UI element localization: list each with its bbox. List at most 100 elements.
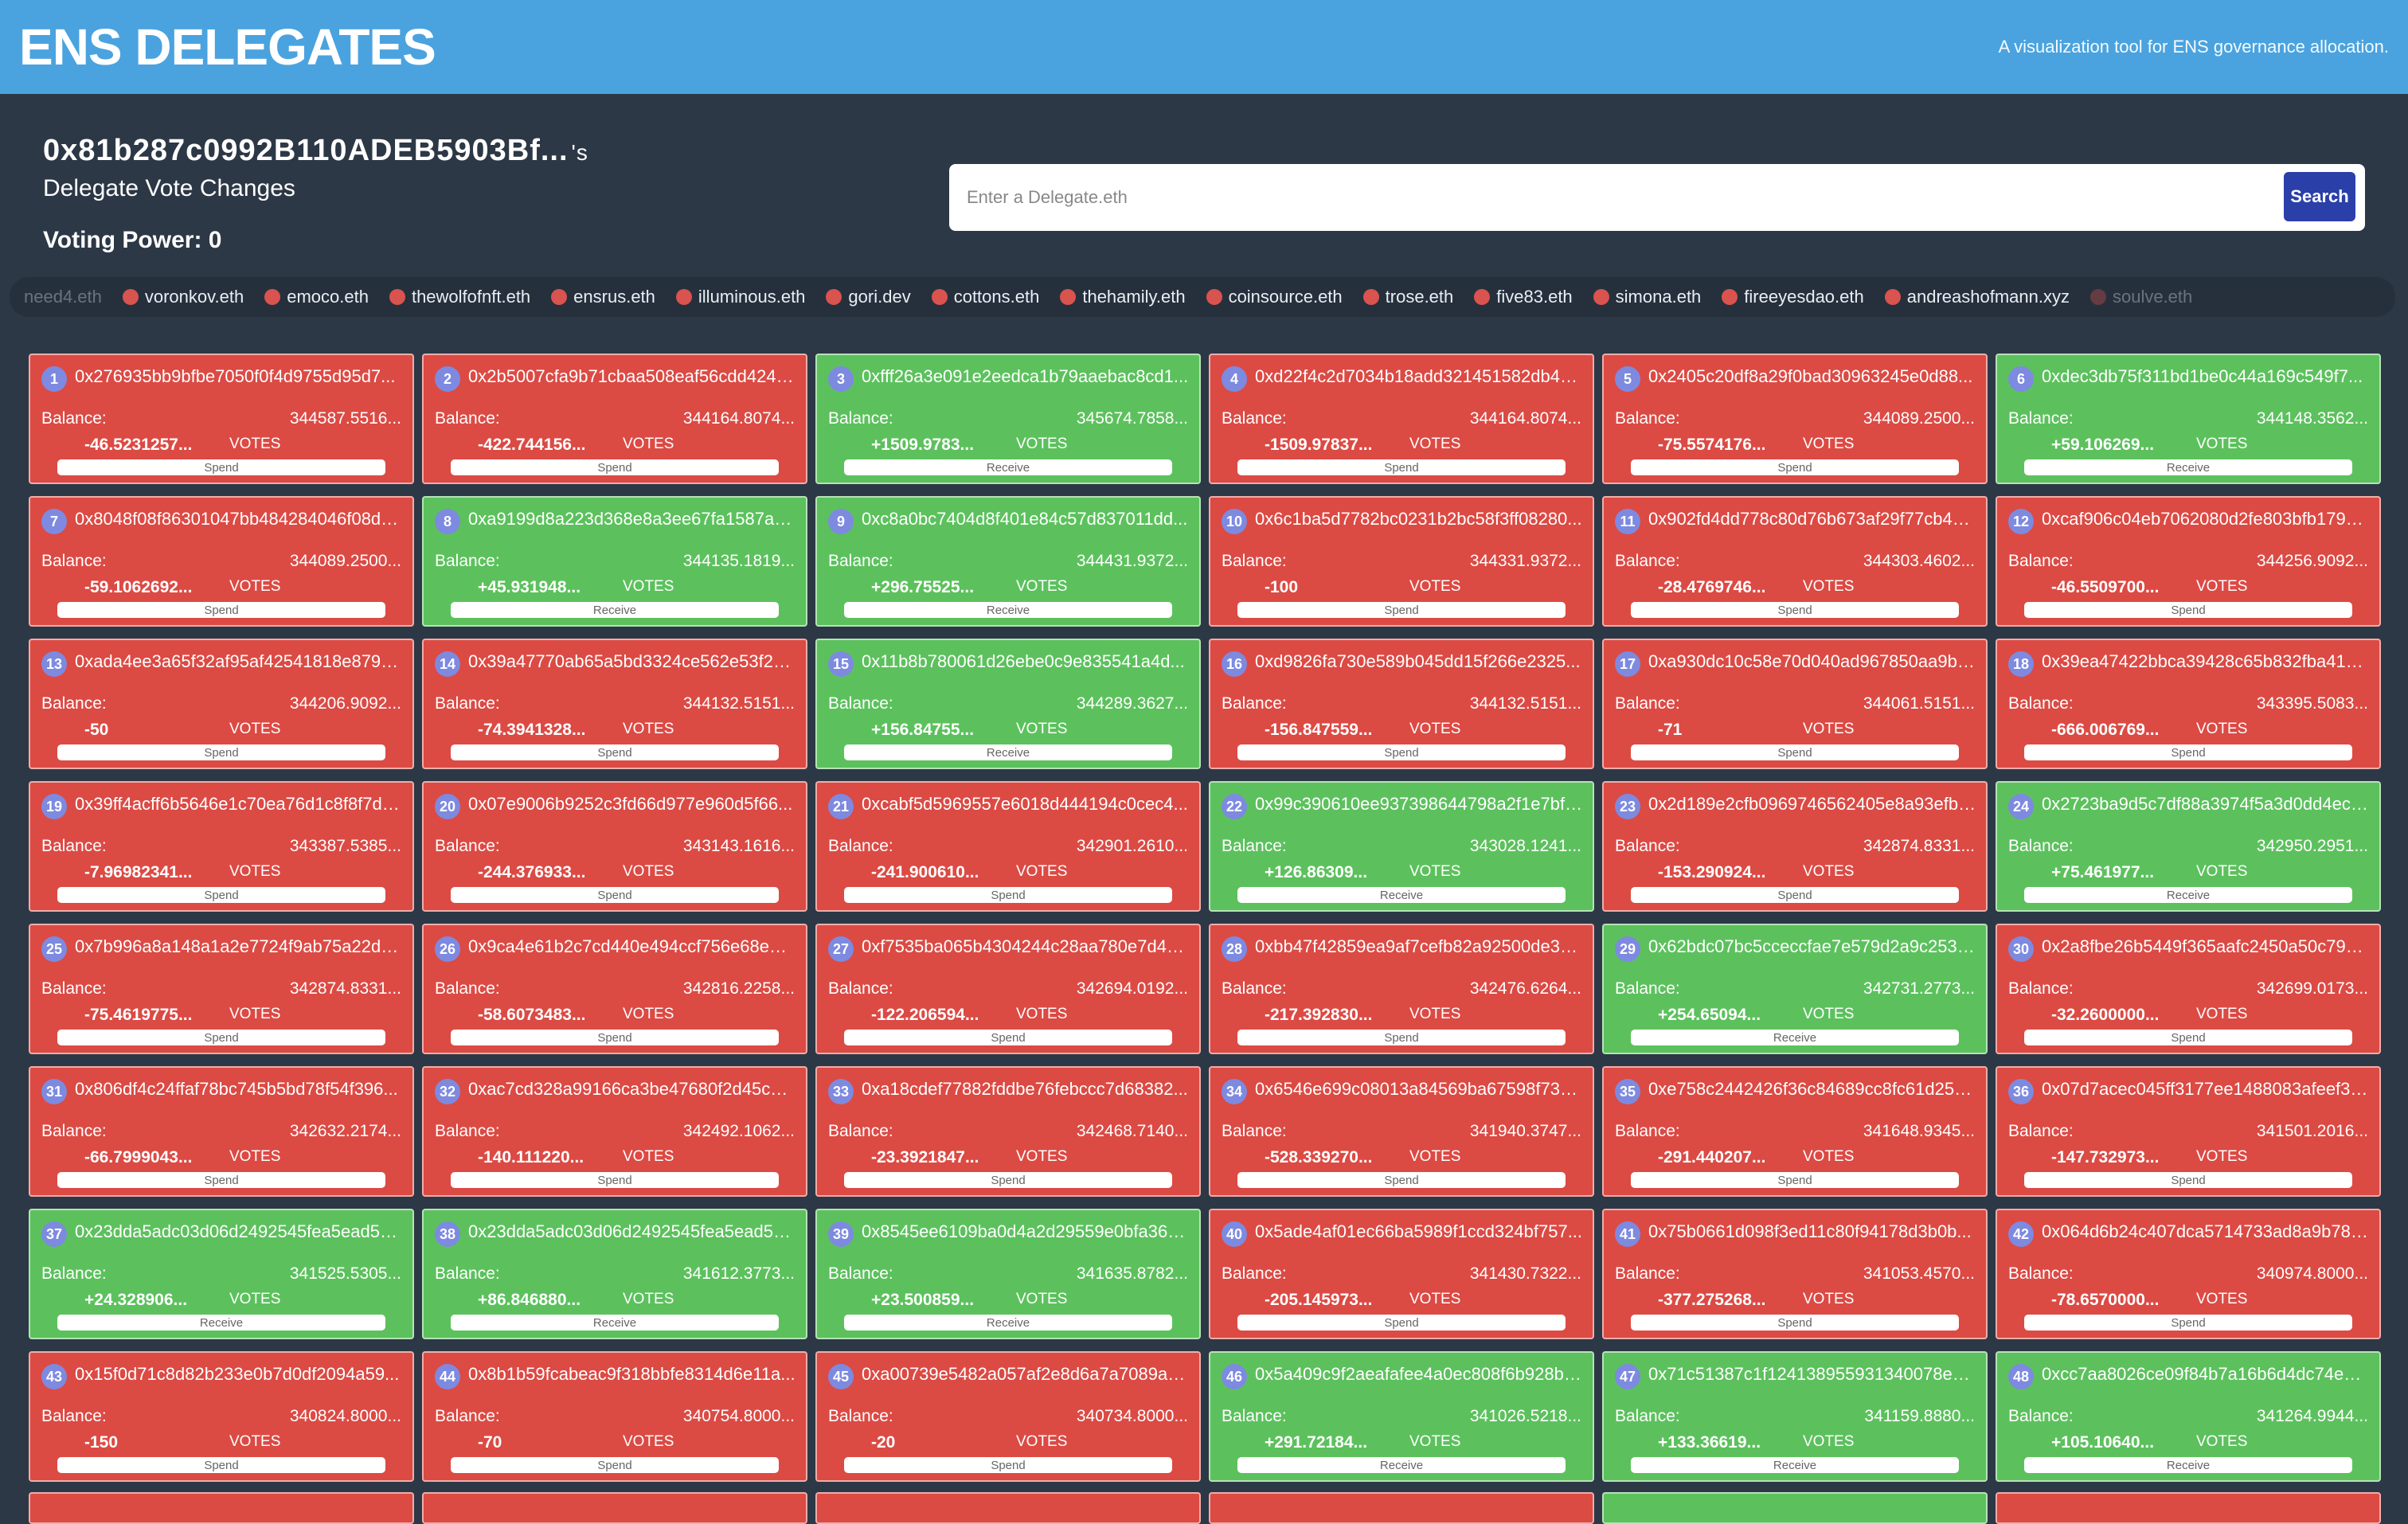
delegate-card-address[interactable]: 0x07d7acec045ff3177ee1488083afeef3b... — [2042, 1079, 2370, 1100]
delegate-card-address[interactable]: 0x8545ee6109ba0d4a2d29559e0bfa368... — [862, 1221, 1190, 1242]
delegate-card-partial[interactable] — [1602, 1492, 1988, 1524]
delegate-card-address[interactable]: 0xf7535ba065b4304244c28aa780e7d4d... — [862, 936, 1190, 957]
ticker-item[interactable]: ensrus.eth — [551, 287, 655, 307]
delegate-card[interactable]: 25 0x7b996a8a148a1a2e7724f9ab75a22db... … — [29, 924, 414, 1054]
spend-button[interactable]: Spend — [1631, 459, 1959, 475]
spend-button[interactable]: Spend — [451, 744, 779, 760]
receive-button[interactable]: Receive — [844, 459, 1172, 475]
ticker-item[interactable]: fireeyesdao.eth — [1722, 287, 1864, 307]
delegate-card[interactable]: 45 0xa00739e5482a057af2e8d6a7a7089aa6...… — [815, 1351, 1201, 1482]
delegate-card[interactable]: 4 0xd22f4c2d7034b18add321451582db49... B… — [1209, 354, 1594, 484]
spend-button[interactable]: Spend — [2024, 602, 2352, 618]
ticker-item[interactable]: thewolfofnft.eth — [389, 287, 530, 307]
delegate-card[interactable]: 1 0x276935bb9bfbe7050f0f4d9755d95d7... B… — [29, 354, 414, 484]
delegate-card[interactable]: 20 0x07e9006b9252c3fd66d977e960d5f66... … — [422, 781, 807, 912]
delegate-card-address[interactable]: 0xfff26a3e091e2eedca1b79aaebac8cd1... — [862, 366, 1190, 387]
spend-button[interactable]: Spend — [844, 887, 1172, 903]
spend-button[interactable]: Spend — [1237, 744, 1566, 760]
spend-button[interactable]: Spend — [1237, 1172, 1566, 1188]
delegate-card[interactable]: 9 0xc8a0bc7404d8f401e84c57d837011dd... B… — [815, 496, 1201, 627]
delegate-card[interactable]: 7 0x8048f08f86301047bb484284046f08d0... … — [29, 496, 414, 627]
spend-button[interactable]: Spend — [1237, 602, 1566, 618]
spend-button[interactable]: Spend — [1631, 602, 1959, 618]
spend-button[interactable]: Spend — [1631, 1315, 1959, 1331]
delegate-card[interactable]: 40 0x5ade4af01ec66ba5989f1ccd324bf757...… — [1209, 1209, 1594, 1339]
delegate-card-address[interactable]: 0x6c1ba5d7782bc0231b2bc58f3ff08280... — [1255, 509, 1583, 529]
delegate-card[interactable]: 6 0xdec3db75f311bd1be0c44a169c549f7... B… — [1996, 354, 2381, 484]
receive-button[interactable]: Receive — [2024, 1457, 2352, 1473]
delegate-card-partial[interactable] — [422, 1492, 807, 1524]
delegate-card-address[interactable]: 0xada4ee3a65f32af95af42541818e8798... — [75, 651, 403, 672]
delegate-card[interactable]: 46 0x5a409c9f2aeafafee4a0ec808f6b928bb..… — [1209, 1351, 1594, 1482]
delegate-card[interactable]: 42 0x064d6b24c407dca5714733ad8a9b78f... … — [1996, 1209, 2381, 1339]
receive-button[interactable]: Receive — [1237, 1457, 1566, 1473]
delegate-card-address[interactable]: 0x6546e699c08013a84569ba67598f73d... — [1255, 1079, 1583, 1100]
spend-button[interactable]: Spend — [57, 1030, 385, 1045]
delegate-card[interactable]: 18 0x39ea47422bbca39428c65b832fba415... … — [1996, 639, 2381, 769]
receive-button[interactable]: Receive — [1237, 887, 1566, 903]
delegate-card[interactable]: 14 0x39a47770ab65a5bd3324ce562e53f27... … — [422, 639, 807, 769]
receive-button[interactable]: Receive — [844, 602, 1172, 618]
spend-button[interactable]: Spend — [1237, 459, 1566, 475]
spend-button[interactable]: Spend — [57, 744, 385, 760]
ticker-item[interactable]: need4.eth — [24, 287, 102, 307]
receive-button[interactable]: Receive — [451, 602, 779, 618]
delegate-card-address[interactable]: 0xcc7aa8026ce09f84b7a16b6d4dc74e0f... — [2042, 1364, 2370, 1385]
delegate-card[interactable]: 8 0xa9199d8a223d368e8a3ee67fa1587a0... B… — [422, 496, 807, 627]
spend-button[interactable]: Spend — [57, 1457, 385, 1473]
delegate-card-address[interactable]: 0x11b8b780061d26ebe0c9e835541a4d... — [862, 651, 1190, 672]
ticker-item[interactable]: thehamily.eth — [1060, 287, 1186, 307]
receive-button[interactable]: Receive — [844, 1315, 1172, 1331]
delegate-card-address[interactable]: 0xa930dc10c58e70d040ad967850aa9bf... — [1648, 651, 1976, 672]
delegate-card-address[interactable]: 0x8b1b59fcabeac9f318bbfe8314d6e11a... — [468, 1364, 796, 1385]
ticker-item[interactable]: simona.eth — [1593, 287, 1701, 307]
delegate-card[interactable]: 10 0x6c1ba5d7782bc0231b2bc58f3ff08280...… — [1209, 496, 1594, 627]
delegate-card-address[interactable]: 0x2723ba9d5c7df88a3974f5a3d0dd4ecf... — [2042, 794, 2370, 815]
delegate-card-partial[interactable] — [1209, 1492, 1594, 1524]
delegate-card-address[interactable]: 0xbb47f42859ea9af7cefb82a92500de3e... — [1255, 936, 1583, 957]
receive-button[interactable]: Receive — [451, 1315, 779, 1331]
delegate-card[interactable]: 39 0x8545ee6109ba0d4a2d29559e0bfa368... … — [815, 1209, 1201, 1339]
delegate-card-address[interactable]: 0x276935bb9bfbe7050f0f4d9755d95d7... — [75, 366, 403, 387]
delegate-card[interactable]: 36 0x07d7acec045ff3177ee1488083afeef3b..… — [1996, 1066, 2381, 1197]
spend-button[interactable]: Spend — [1631, 744, 1959, 760]
delegate-card[interactable]: 16 0xd9826fa730e589b045dd15f266e2325... … — [1209, 639, 1594, 769]
delegate-card-partial[interactable] — [815, 1492, 1201, 1524]
delegate-card[interactable]: 38 0x23dda5adc03d06d2492545fea5ead5a... … — [422, 1209, 807, 1339]
receive-button[interactable]: Receive — [2024, 459, 2352, 475]
spend-button[interactable]: Spend — [1237, 1030, 1566, 1045]
delegate-card-address[interactable]: 0x9ca4e61b2c7cd440e494ccf756e68e05... — [468, 936, 796, 957]
delegate-card[interactable]: 35 0xe758c2442426f36c84689cc8fc61d25c...… — [1602, 1066, 1988, 1197]
delegate-card-address[interactable]: 0x23dda5adc03d06d2492545fea5ead5a... — [75, 1221, 403, 1242]
delegate-card-address[interactable]: 0x8048f08f86301047bb484284046f08d0... — [75, 509, 403, 529]
delegate-card-address[interactable]: 0xcaf906c04eb7062080d2fe803bfb1791... — [2042, 509, 2370, 529]
delegate-card-address[interactable]: 0x39a47770ab65a5bd3324ce562e53f27... — [468, 651, 796, 672]
delegate-card-partial[interactable] — [29, 1492, 414, 1524]
delegate-card-address[interactable]: 0x15f0d71c8d82b233e0b7d0df2094a59... — [75, 1364, 403, 1385]
delegate-card[interactable]: 19 0x39ff4acff6b5646e1c70ea76d1c8f8f7db.… — [29, 781, 414, 912]
search-button[interactable]: Search — [2284, 172, 2355, 221]
delegate-card[interactable]: 43 0x15f0d71c8d82b233e0b7d0df2094a59... … — [29, 1351, 414, 1482]
delegate-card[interactable]: 37 0x23dda5adc03d06d2492545fea5ead5a... … — [29, 1209, 414, 1339]
delegate-card-address[interactable]: 0x2b5007cfa9b71cbaa508eaf56cdd424b... — [468, 366, 796, 387]
delegate-card-partial[interactable] — [1996, 1492, 2381, 1524]
delegate-card[interactable]: 13 0xada4ee3a65f32af95af42541818e8798...… — [29, 639, 414, 769]
delegate-card-address[interactable]: 0xd9826fa730e589b045dd15f266e2325... — [1255, 651, 1583, 672]
ticker-item[interactable]: five83.eth — [1474, 287, 1573, 307]
delegate-card[interactable]: 41 0x75b0661d098f3ed11c80f94178d3b0b... … — [1602, 1209, 1988, 1339]
spend-button[interactable]: Spend — [844, 1172, 1172, 1188]
ticker-item[interactable]: coinsource.eth — [1206, 287, 1343, 307]
delegate-card[interactable]: 26 0x9ca4e61b2c7cd440e494ccf756e68e05...… — [422, 924, 807, 1054]
delegate-card-address[interactable]: 0x71c51387c1f124138955931340078e7... — [1648, 1364, 1976, 1385]
delegate-card[interactable]: 23 0x2d189e2cfb0969746562405e8a93efb2...… — [1602, 781, 1988, 912]
spend-button[interactable]: Spend — [451, 887, 779, 903]
delegate-card-address[interactable]: 0x2d189e2cfb0969746562405e8a93efb2... — [1648, 794, 1976, 815]
delegate-card[interactable]: 2 0x2b5007cfa9b71cbaa508eaf56cdd424b... … — [422, 354, 807, 484]
delegate-card[interactable]: 22 0x99c390610ee937398644798a2f1e7bfc...… — [1209, 781, 1594, 912]
spend-button[interactable]: Spend — [2024, 1030, 2352, 1045]
delegate-card-address[interactable]: 0x62bdc07bc5cceccfae7e579d2a9c253b... — [1648, 936, 1976, 957]
spend-button[interactable]: Spend — [2024, 1315, 2352, 1331]
delegate-card[interactable]: 11 0x902fd4dd778c80d76b673af29f77cb40...… — [1602, 496, 1988, 627]
delegate-card-address[interactable]: 0x23dda5adc03d06d2492545fea5ead5a... — [468, 1221, 796, 1242]
spend-button[interactable]: Spend — [57, 459, 385, 475]
